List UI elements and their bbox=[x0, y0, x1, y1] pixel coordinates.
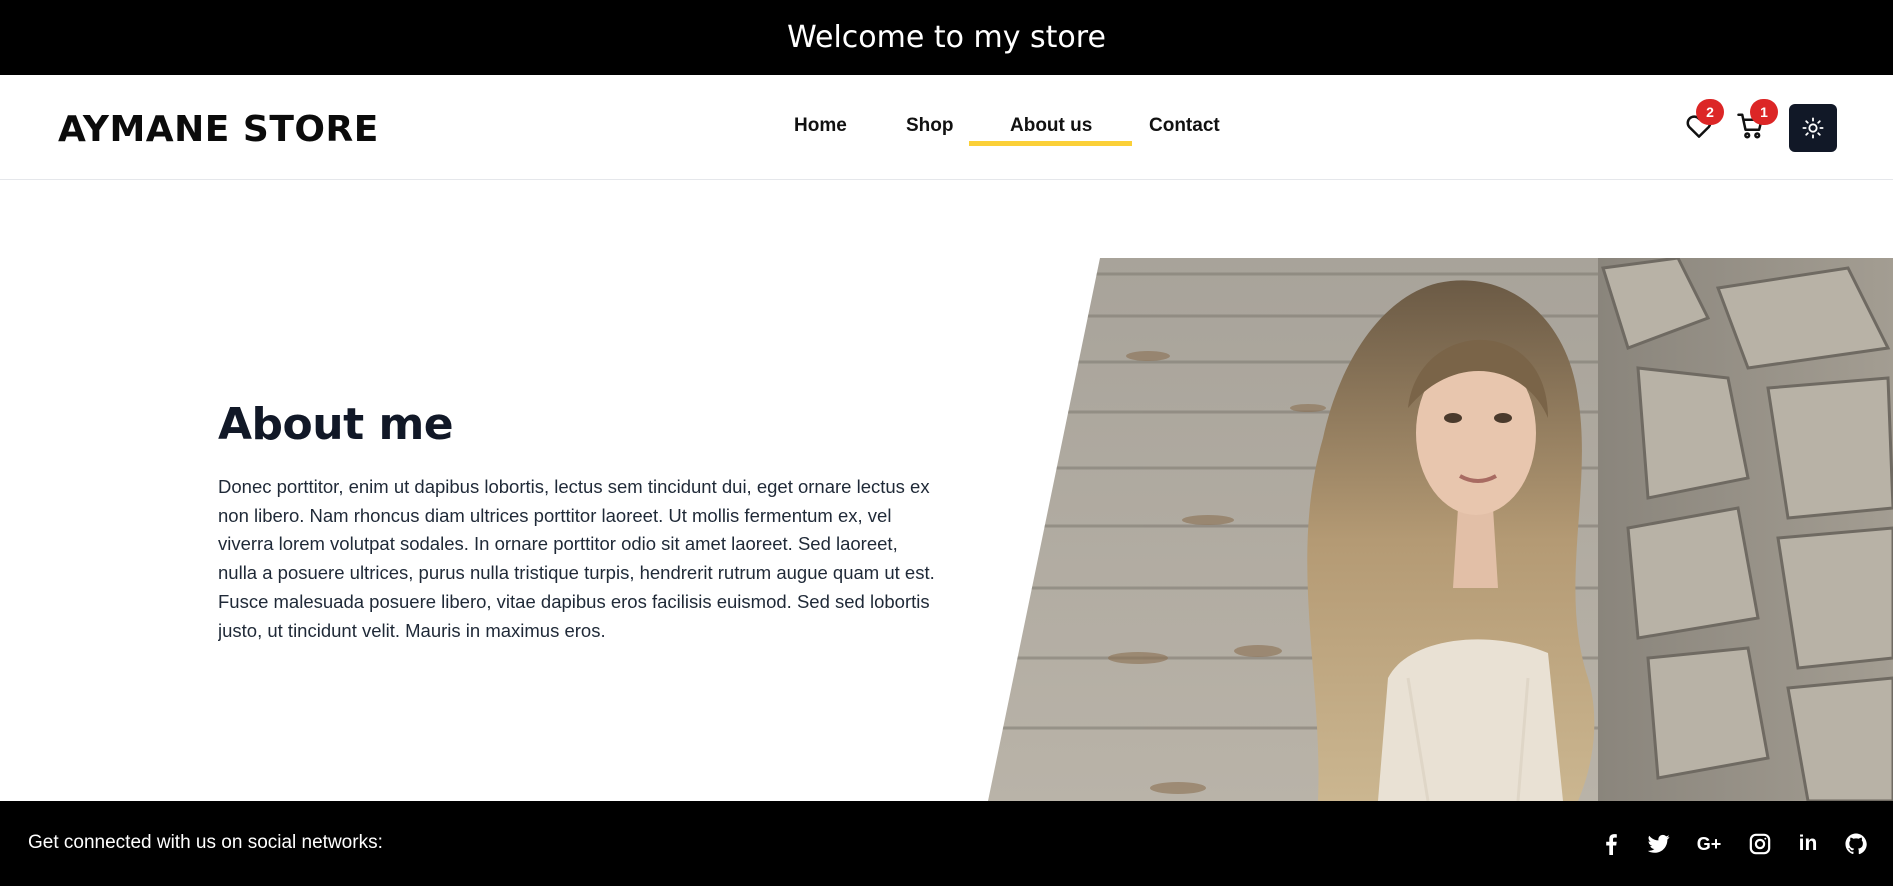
cart-button[interactable]: 1 bbox=[1736, 99, 1778, 143]
google-plus-link[interactable]: G+ bbox=[1694, 829, 1724, 859]
wishlist-count-badge: 2 bbox=[1696, 99, 1724, 125]
sun-icon bbox=[1802, 117, 1824, 139]
footer: Get connected with us on social networks… bbox=[0, 801, 1893, 886]
github-icon bbox=[1845, 833, 1867, 855]
linkedin-link[interactable]: in bbox=[1793, 829, 1823, 859]
announcement-bar: Welcome to my store bbox=[0, 0, 1893, 75]
announcement-text: Welcome to my store bbox=[787, 20, 1106, 55]
instagram-icon bbox=[1749, 833, 1771, 855]
twitter-link[interactable] bbox=[1644, 829, 1674, 859]
theme-toggle-button[interactable] bbox=[1789, 104, 1837, 152]
nav-link-shop[interactable]: Shop bbox=[906, 115, 954, 137]
google-plus-icon: G+ bbox=[1696, 833, 1722, 854]
nav-link-contact[interactable]: Contact bbox=[1149, 115, 1220, 137]
about-title: About me bbox=[218, 399, 454, 450]
about-description: Donec porttitor, enim ut dapibus loborti… bbox=[218, 476, 935, 641]
navbar: AYMANE STORE Home Shop About us Contact … bbox=[0, 75, 1893, 180]
twitter-icon bbox=[1648, 834, 1670, 853]
instagram-link[interactable] bbox=[1745, 829, 1775, 859]
about-photo bbox=[988, 258, 1893, 801]
nav-link-home[interactable]: Home bbox=[794, 115, 847, 137]
footer-social-caption: Get connected with us on social networks… bbox=[28, 832, 383, 853]
linkedin-icon: in bbox=[1798, 832, 1818, 855]
active-nav-indicator bbox=[969, 141, 1132, 146]
brand-logo[interactable]: AYMANE STORE bbox=[58, 109, 379, 150]
nav-link-about[interactable]: About us bbox=[1010, 115, 1092, 137]
github-link[interactable] bbox=[1841, 829, 1871, 859]
facebook-link[interactable] bbox=[1596, 829, 1626, 859]
wishlist-button[interactable]: 2 bbox=[1684, 99, 1724, 143]
facebook-icon bbox=[1606, 834, 1617, 855]
cart-count-badge: 1 bbox=[1750, 99, 1778, 125]
